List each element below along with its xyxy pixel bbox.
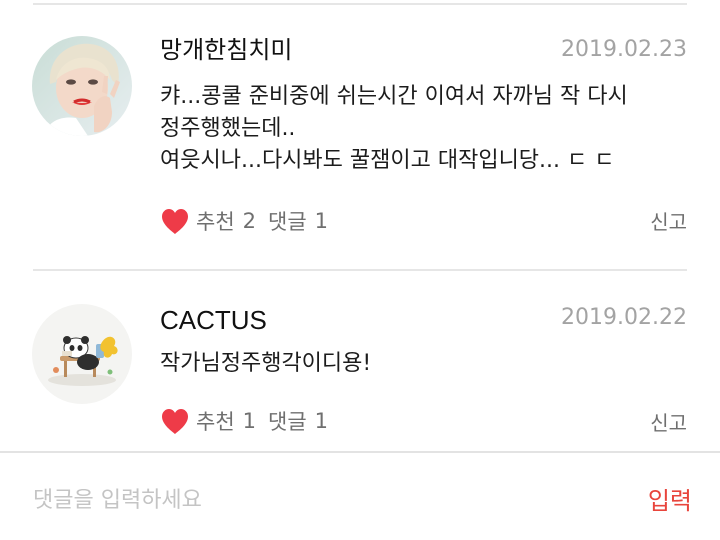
comment-author[interactable]: 망개한침치미 — [160, 35, 292, 65]
like-button[interactable]: 추천 1 — [160, 406, 268, 436]
panda-illustration-avatar-icon — [32, 304, 132, 404]
report-button[interactable]: 신고 — [650, 407, 687, 439]
comment-body-line: 정주행했는데.. — [160, 116, 296, 141]
comment-body-line: 캬...콩쿨 준비중에 쉬는시간 이여서 자까님 작 다시 — [160, 84, 628, 109]
like-button[interactable]: 추천 2 — [160, 206, 268, 236]
like-count: 1 — [242, 409, 257, 433]
reply-button[interactable]: 댓글 1 — [268, 206, 328, 236]
comment-actions: 추천 2 댓글 1 — [160, 205, 328, 237]
comment-date: 2019.02.23 — [561, 37, 687, 62]
like-label: 추천 — [196, 410, 235, 434]
comment-item: CACTUS 2019.02.22 작가님정주행각이디용! 추천 1 댓글 1 … — [0, 270, 720, 450]
comment-body: 작가님정주행각이디용! — [160, 348, 700, 380]
heart-icon — [160, 207, 190, 235]
comments-screen: 망개한침치미 2019.02.23 캬...콩쿨 준비중에 쉬는시간 이여서 자… — [0, 0, 720, 540]
comment-author[interactable]: CACTUS — [160, 305, 267, 335]
comment-item: 망개한침치미 2019.02.23 캬...콩쿨 준비중에 쉬는시간 이여서 자… — [0, 0, 720, 270]
comment-body: 캬...콩쿨 준비중에 쉬는시간 이여서 자까님 작 다시 정주행했는데.. 여… — [160, 81, 700, 177]
reply-label: 댓글 — [268, 210, 307, 234]
user-avatar[interactable] — [32, 304, 132, 404]
reply-count: 1 — [314, 409, 329, 433]
like-count: 2 — [242, 209, 257, 233]
comment-body-line: 여읏시나...다시봐도 꿀잼이고 대작입니당... ㄷ ㄷ — [160, 148, 615, 173]
reply-button[interactable]: 댓글 1 — [268, 406, 328, 436]
comment-body-line: 작가님정주행각이디용! — [160, 351, 372, 376]
heart-icon — [160, 407, 190, 435]
like-label: 추천 — [196, 210, 235, 234]
reply-count: 1 — [314, 209, 329, 233]
user-photo-avatar-icon — [32, 36, 132, 136]
comment-input-bar: 입력 — [0, 451, 720, 540]
user-avatar[interactable] — [32, 36, 132, 136]
comment-date: 2019.02.22 — [561, 305, 687, 330]
submit-comment-button[interactable]: 입력 — [648, 481, 692, 516]
comment-input[interactable] — [33, 483, 593, 517]
reply-label: 댓글 — [268, 410, 307, 434]
comment-actions: 추천 1 댓글 1 — [160, 405, 328, 437]
report-button[interactable]: 신고 — [650, 206, 687, 238]
